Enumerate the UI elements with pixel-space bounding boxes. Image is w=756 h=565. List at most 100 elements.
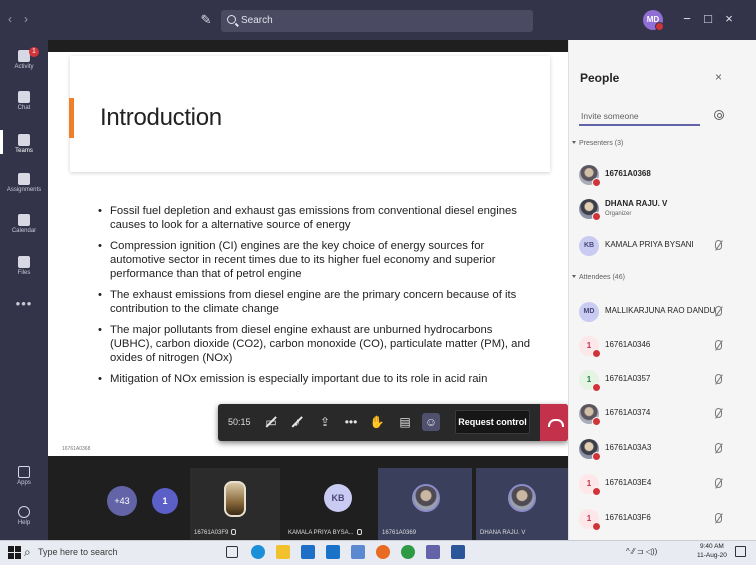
participant-name: 16761A03A3 (605, 443, 652, 452)
participant-role: Organizer (605, 211, 632, 217)
task-view-icon[interactable] (226, 546, 238, 558)
hang-up-button[interactable] (540, 404, 568, 441)
request-control-button[interactable]: Request control (455, 410, 530, 434)
rail-item-help[interactable]: Help (0, 506, 48, 526)
help-icon (18, 506, 30, 518)
avatar: 1 (579, 474, 601, 496)
clock-date: 11-Aug-20 (697, 552, 727, 559)
close-panel-icon[interactable]: × (715, 70, 722, 84)
close-window-icon[interactable]: × (721, 11, 737, 26)
participant-name: 16761A03E4 (605, 478, 652, 487)
meeting-timer: 50:15 (228, 417, 251, 427)
rail-label: Chat (17, 105, 31, 111)
slide-bullet: Fossil fuel depletion and exhaust gas em… (96, 204, 536, 232)
invite-someone-input[interactable]: Invite someone (579, 106, 700, 126)
rail-item-activity[interactable]: 1 Activity (0, 47, 48, 70)
participant-name: 16761A0357 (605, 374, 651, 383)
word-icon[interactable] (451, 545, 465, 559)
show-conversation-icon[interactable]: ▤ (396, 413, 414, 431)
chrome-icon[interactable] (401, 545, 415, 559)
edge-browser-icon[interactable] (251, 545, 265, 559)
photos-icon[interactable] (351, 545, 365, 559)
chevron-down-icon (572, 275, 576, 278)
participant-row[interactable]: 1 16761A0357 (579, 370, 749, 394)
rail-item-apps[interactable]: Apps (0, 466, 48, 486)
rail-item-files[interactable]: Files (0, 256, 48, 276)
attendees-section-header[interactable]: Attendees (46) (572, 274, 625, 281)
participant-tile[interactable]: DHANA RAJU. V (476, 468, 568, 540)
taskbar-search-input[interactable]: Type here to search (24, 545, 117, 560)
assignments-icon (18, 173, 30, 185)
store-icon[interactable] (301, 545, 315, 559)
rail-label: Help (17, 520, 31, 526)
rail-item-teams[interactable]: Teams (0, 130, 48, 154)
participant-tile[interactable]: KB KAMALA PRIYA BYSA... (284, 468, 374, 540)
avatar (579, 165, 601, 187)
rail-item-chat[interactable]: Chat (0, 91, 48, 111)
slide-footer: 16761A0368 (62, 446, 91, 452)
avatar (412, 484, 440, 512)
rail-label: Files (17, 270, 31, 276)
avatar: 1 (579, 509, 601, 531)
back-arrow-icon[interactable]: ‹ (8, 12, 12, 26)
avatar: 1 (579, 336, 601, 358)
rail-label: Assignments (6, 187, 42, 193)
more-apps-icon[interactable]: ••• (0, 296, 48, 311)
overflow-participants[interactable]: +43 (107, 486, 137, 516)
search-placeholder: Search (241, 15, 273, 26)
firefox-icon[interactable] (376, 545, 390, 559)
participant-row[interactable]: 16761A0368 (579, 165, 749, 189)
profile-avatar[interactable]: MD (643, 10, 664, 31)
share-invite-icon[interactable] (714, 110, 724, 120)
slide-title: Introduction (100, 104, 222, 131)
new-chat-compose-icon[interactable]: ✎ (197, 11, 215, 29)
tile-name: KAMALA PRIYA BYSA... (288, 529, 362, 536)
participant-row[interactable]: 1 16761A03E4 (579, 474, 749, 498)
presenters-section-header[interactable]: Presenters (3) (572, 140, 623, 147)
participant-row[interactable]: 16761A0374 (579, 404, 749, 428)
forward-arrow-icon[interactable]: › (24, 12, 28, 26)
system-tray[interactable]: ^ ⁄⁄ ⊐ ◁)) (626, 547, 657, 556)
more-actions-icon[interactable]: ••• (342, 413, 360, 431)
avatar (579, 199, 601, 221)
mic-muted-icon (715, 374, 722, 384)
rail-label: Teams (15, 148, 33, 154)
teams-icon (18, 134, 30, 146)
participant-name: DHANA RAJU. V (605, 199, 668, 208)
people-panel-title: People (580, 71, 620, 85)
video-tile[interactable]: 16761A03F9 (190, 468, 280, 540)
participant-tile[interactable]: 16761A0369 (378, 468, 472, 540)
raise-hand-icon[interactable]: ✋ (368, 413, 386, 431)
participant-row[interactable]: KB KAMALA PRIYA BYSANI (579, 236, 749, 260)
participant-row[interactable]: MD MALLIKARJUNA RAO DANDU (579, 302, 749, 326)
app-rail (0, 40, 48, 540)
participant-row[interactable]: 16761A03A3 (579, 439, 749, 463)
apps-icon (18, 466, 30, 478)
search-input[interactable]: Search (221, 10, 533, 32)
chevron-down-icon (572, 141, 576, 144)
participant-name: KAMALA PRIYA BYSANI (605, 240, 694, 249)
participant-count-badge: 1 (152, 488, 178, 514)
participant-row[interactable]: DHANA RAJU. V Organizer (579, 199, 749, 223)
mic-muted-icon (356, 529, 362, 535)
rail-item-calendar[interactable]: Calendar (0, 214, 48, 234)
maximize-icon[interactable]: □ (700, 11, 716, 26)
avatar: KB (579, 236, 599, 256)
share-screen-icon[interactable]: ⇪ (316, 413, 334, 431)
mic-muted-icon (715, 408, 722, 418)
windows-start-icon[interactable] (8, 546, 21, 559)
mail-icon[interactable] (326, 545, 340, 559)
notifications-icon[interactable] (735, 546, 746, 557)
avatar (508, 484, 536, 512)
minimize-icon[interactable]: − (679, 11, 695, 26)
mic-muted-icon[interactable]: ♪ (288, 413, 306, 431)
show-participants-icon[interactable]: ☺ (422, 413, 440, 431)
teams-taskbar-icon[interactable] (426, 545, 440, 559)
camera-off-icon[interactable]: ▭ (262, 413, 280, 431)
participant-row[interactable]: 1 16761A0346 (579, 336, 749, 360)
rail-item-assignments[interactable]: Assignments (0, 173, 48, 193)
activity-badge: 1 (29, 47, 39, 57)
participant-row[interactable]: 1 16761A03F6 (579, 509, 749, 533)
file-explorer-icon[interactable] (276, 545, 290, 559)
taskbar-clock[interactable]: 9:40 AM 11-Aug-20 (697, 542, 727, 560)
